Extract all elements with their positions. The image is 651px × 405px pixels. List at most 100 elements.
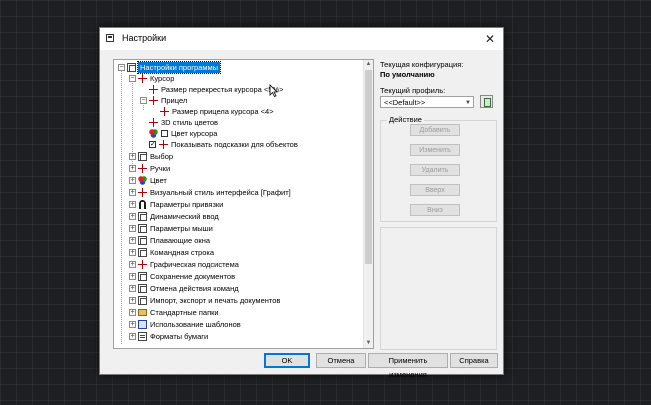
tree-node-floating-windows[interactable]: + Плавающие окна (114, 235, 354, 246)
tree-node-cursor[interactable]: − Курсор (114, 73, 354, 84)
cancel-button[interactable]: Отмена (316, 353, 366, 368)
expand-toggle[interactable]: + (129, 333, 136, 340)
template-icon (138, 320, 147, 329)
options-icon (138, 296, 147, 305)
profile-select-value: <<Default>> (384, 98, 426, 107)
apply-button[interactable]: Применить изменения (368, 353, 448, 379)
expand-toggle[interactable]: + (129, 273, 136, 280)
expand-toggle[interactable]: + (129, 153, 136, 160)
tree-node-cursor-color[interactable]: Цвет курсора (114, 128, 354, 139)
tree-node-command-line[interactable]: + Командная строка (114, 247, 354, 258)
collapse-toggle[interactable]: − (129, 75, 136, 82)
tree-node-label: Динамический ввод (150, 212, 219, 221)
tree-node-dynamic-input[interactable]: + Динамический ввод (114, 211, 354, 222)
settings-tree[interactable]: − Настройки программы − Курсор Размер пе… (113, 59, 374, 349)
description-panel (380, 227, 497, 350)
expand-toggle[interactable]: + (129, 213, 136, 220)
tree-node-templates[interactable]: + Использование шаблонов (114, 319, 354, 330)
options-icon (138, 248, 147, 257)
move-down-button[interactable]: Вниз (410, 204, 460, 216)
chevron-down-icon: ▼ (465, 100, 471, 106)
tree-node-standard-folders[interactable]: + Стандартные папки (114, 307, 354, 318)
tree-node-selection[interactable]: + Выбор (114, 151, 354, 162)
tree-node-label: Форматы бумаги (150, 332, 209, 341)
expand-toggle[interactable]: + (129, 165, 136, 172)
tree-node-paper-formats[interactable]: + Форматы бумаги (114, 331, 354, 342)
help-button[interactable]: Справка (450, 353, 498, 368)
tree-node-aperture[interactable]: − Прицел (114, 95, 354, 106)
add-button[interactable]: Добавить (410, 124, 460, 136)
tree-node-root[interactable]: − Настройки программы (114, 61, 354, 74)
expand-toggle[interactable]: + (129, 201, 136, 208)
profile-manager-button[interactable] (480, 95, 493, 108)
options-icon (138, 224, 147, 233)
cursor-icon (138, 188, 147, 197)
tree-node-saving[interactable]: + Сохранение документов (114, 271, 354, 282)
tree-node-label: Цвет курсора (171, 129, 218, 138)
tree-node-label: Использование шаблонов (150, 320, 241, 329)
tree-node-show-tooltips[interactable]: ✓ Показывать подсказки для объектов (114, 139, 354, 150)
scroll-down-arrow-icon[interactable]: ▼ (364, 339, 373, 348)
title-bar[interactable]: Настройки ✕ (100, 28, 503, 50)
expand-toggle[interactable]: + (129, 225, 136, 232)
expand-toggle[interactable]: + (129, 261, 136, 268)
expand-toggle[interactable]: + (129, 177, 136, 184)
tree-node-label: Визуальный стиль интерфейса [Графит] (150, 188, 291, 197)
current-config-value: По умолчанию (380, 70, 435, 79)
profile-select[interactable]: <<Default>> ▼ (380, 96, 474, 108)
scroll-thumb[interactable] (365, 70, 372, 264)
tree-node-undo[interactable]: + Отмена действия команд (114, 283, 354, 294)
tree-node-label: Сохранение документов (150, 272, 236, 281)
color-icon (138, 176, 147, 185)
tree-scrollbar[interactable]: ▲ ▼ (363, 60, 373, 348)
tree-node-color[interactable]: + Цвет (114, 175, 354, 186)
delete-button[interactable]: Удалить (410, 164, 460, 176)
tree-node-mouse-settings[interactable]: + Параметры мыши (114, 223, 354, 234)
tree-node-import-export[interactable]: + Импорт, экспорт и печать документов (114, 295, 354, 306)
expand-toggle[interactable]: + (129, 309, 136, 316)
tree-node-label: Размер прицела курсора <4> (172, 107, 274, 116)
tree-node-label: Курсор (150, 74, 175, 83)
tree-node-label: Графическая подсистема (150, 260, 239, 269)
tree-node-label: Импорт, экспорт и печать документов (150, 296, 281, 305)
show-tooltips-checkbox[interactable]: ✓ (149, 141, 156, 148)
tree-node-label: Стандартные папки (150, 308, 219, 317)
tree-node-snap-settings[interactable]: + Параметры привязки (114, 199, 354, 210)
tree-node-label: Показывать подсказки для объектов (171, 140, 298, 149)
tree-node-graphics[interactable]: + Графическая подсистема (114, 259, 354, 270)
color-icon (149, 129, 158, 138)
cursor-color-checkbox[interactable] (161, 130, 168, 137)
cursor-icon (138, 260, 147, 269)
collapse-toggle[interactable]: − (118, 64, 125, 71)
options-icon (138, 284, 147, 293)
settings-dialog: Настройки ✕ − Настройки программы − Курс… (99, 27, 504, 379)
scroll-up-arrow-icon[interactable]: ▲ (364, 60, 373, 69)
tree-node-grips[interactable]: + Ручки (114, 163, 354, 174)
tree-node-3d-style[interactable]: 3D стиль цветов (114, 117, 354, 128)
expand-toggle[interactable]: + (129, 285, 136, 292)
tree-node-label: Отмена действия команд (150, 284, 239, 293)
expand-toggle[interactable]: + (129, 249, 136, 256)
tree-node-label: Прицел (161, 96, 188, 105)
window-icon (106, 34, 114, 42)
collapse-toggle[interactable]: − (140, 97, 147, 104)
dialog-title: Настройки (122, 33, 167, 43)
expand-toggle[interactable]: + (129, 321, 136, 328)
current-config-label: Текущая конфигурация: (380, 60, 464, 69)
move-up-button[interactable]: Вверх (410, 184, 460, 196)
expand-toggle[interactable]: + (129, 189, 136, 196)
tree-node-label: Цвет (150, 176, 167, 185)
edit-button[interactable]: Изменить (410, 144, 460, 156)
tree-node-label: Плавающие окна (150, 236, 211, 245)
tree-node-crosshair-size[interactable]: Размер перекрестья курсора <5%> (114, 84, 354, 95)
cursor-icon (138, 74, 147, 83)
tree-node-visual-style[interactable]: + Визуальный стиль интерфейса [Графит] (114, 187, 354, 198)
ok-button[interactable]: OK (264, 353, 310, 368)
options-icon (138, 236, 147, 245)
expand-toggle[interactable]: + (129, 297, 136, 304)
expand-toggle[interactable]: + (129, 237, 136, 244)
close-button[interactable]: ✕ (481, 31, 499, 47)
tree-node-label: Размер перекрестья курсора <5%> (161, 85, 284, 94)
mouse-pointer-icon (269, 84, 278, 97)
tree-node-aperture-size[interactable]: Размер прицела курсора <4> (114, 106, 354, 117)
